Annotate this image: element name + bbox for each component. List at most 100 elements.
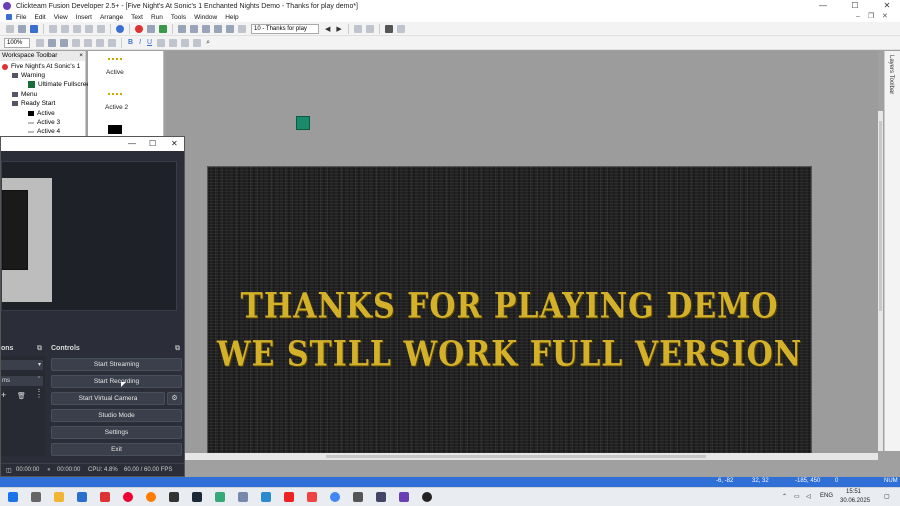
windows-start-icon[interactable]	[8, 492, 18, 502]
bold-button[interactable]: B	[128, 39, 133, 46]
active-object-sprite[interactable]	[296, 116, 310, 130]
obs-minimize-button[interactable]: —	[128, 137, 136, 151]
tray-chevron-icon[interactable]: ⌃	[782, 493, 787, 500]
tree-item-application[interactable]: Five Night's At Sonic's 1	[2, 63, 80, 70]
copy-icon[interactable]	[61, 24, 69, 33]
exit-button[interactable]: Exit	[51, 443, 182, 456]
workspace-close-icon[interactable]: ×	[79, 51, 85, 61]
tree-item-frame[interactable]: Warning	[12, 72, 45, 79]
minimize-button[interactable]: —	[812, 0, 834, 12]
undo-icon[interactable]	[85, 24, 93, 33]
dock-spin-field[interactable]: ms ⌃ ⌄	[1, 376, 43, 392]
dock-popout-icon[interactable]: ⧉	[175, 343, 180, 355]
frame-select-dropdown[interactable]: 10 - Thanks for play	[251, 23, 319, 34]
object-label[interactable]: Active	[106, 69, 124, 76]
clock-time[interactable]: 15:51	[846, 489, 861, 495]
yandex-browser-icon[interactable]	[123, 492, 133, 502]
settings-button[interactable]: Settings	[51, 426, 182, 439]
grid-icon[interactable]	[365, 24, 374, 33]
frame-editor-icon[interactable]	[190, 24, 198, 33]
group-icon[interactable]	[108, 38, 116, 47]
calculator-icon[interactable]	[77, 492, 87, 502]
object-thumbnail[interactable]	[108, 93, 122, 95]
layout-icon[interactable]	[396, 24, 405, 33]
frame-options-icon[interactable]	[353, 24, 362, 33]
tree-item-object[interactable]: Active	[28, 110, 55, 117]
office-icon[interactable]	[307, 492, 317, 502]
help-icon[interactable]	[116, 24, 124, 33]
align-icon[interactable]	[60, 38, 68, 47]
italic-button[interactable]: I	[139, 39, 141, 46]
obs-close-button[interactable]: ✕	[171, 137, 178, 151]
start-virtual-camera-button[interactable]: Start Virtual Camera	[51, 392, 165, 405]
align-right-icon[interactable]	[181, 38, 190, 47]
new-icon[interactable]	[6, 24, 14, 33]
clickteam-fusion-icon[interactable]	[399, 492, 409, 502]
obs-preview[interactable]	[1, 161, 177, 311]
object-thumbnail[interactable]	[108, 58, 122, 60]
scroll-thumb[interactable]	[879, 121, 882, 311]
start-recording-button[interactable]: Start Recording	[51, 375, 182, 388]
run-project-icon[interactable]	[159, 24, 167, 33]
data-elements-icon[interactable]	[226, 24, 234, 33]
menu-insert[interactable]: Insert	[76, 14, 92, 21]
object-thumbnail[interactable]	[108, 125, 122, 134]
stop-icon[interactable]	[384, 24, 393, 33]
tree-item-object[interactable]: Active 3	[28, 119, 60, 126]
tree-item-frame[interactable]: Ready Start	[12, 100, 55, 107]
file-explorer-icon[interactable]	[54, 492, 64, 502]
menu-app-icon[interactable]	[6, 14, 12, 20]
menu-window[interactable]: Window	[194, 14, 217, 21]
menu-arrange[interactable]: Arrange	[100, 14, 123, 21]
tree-item-object[interactable]: Active 4	[28, 128, 60, 135]
more-options-icon[interactable]: ⋮	[35, 390, 43, 399]
text-options-icon[interactable]	[193, 38, 202, 47]
start-streaming-button[interactable]: Start Streaming	[51, 358, 182, 371]
run-frame-icon[interactable]	[147, 24, 155, 33]
firefox-icon[interactable]	[146, 492, 156, 502]
maximize-button[interactable]: ☐	[844, 0, 866, 12]
object-label[interactable]: Active 2	[105, 104, 128, 111]
volume-icon[interactable]: ◁	[806, 493, 811, 500]
paste-icon[interactable]	[73, 24, 81, 33]
game-frame[interactable]: THANKS FOR PLAYING DEMO WE STILL WORK FU…	[207, 166, 812, 454]
chrome-icon[interactable]	[330, 492, 340, 502]
notifications-icon[interactable]: ▢	[884, 493, 890, 500]
grid-setup-icon[interactable]	[84, 38, 92, 47]
menu-text[interactable]: Text	[131, 14, 143, 21]
app-icon[interactable]	[215, 492, 225, 502]
storyboard-icon[interactable]	[178, 24, 186, 33]
horizontal-scrollbar[interactable]	[166, 453, 878, 460]
thanks-text-line-2[interactable]: WE STILL WORK FULL VERSION	[208, 334, 811, 374]
order-icon[interactable]	[96, 38, 104, 47]
vertical-scrollbar[interactable]	[878, 111, 883, 451]
tree-item-object[interactable]: Ultimate Fullscree	[28, 81, 90, 88]
close-button[interactable]: ✕	[876, 0, 898, 12]
studio-mode-button[interactable]: Studio Mode	[51, 409, 182, 422]
frame-properties-icon[interactable]	[238, 24, 246, 33]
dock-popout-icon[interactable]: ⧉	[37, 343, 42, 355]
network-icon[interactable]: ▭	[794, 493, 800, 500]
pointer-icon[interactable]	[36, 38, 44, 47]
menu-view[interactable]: View	[54, 14, 68, 21]
save-icon[interactable]	[30, 24, 38, 33]
underline-button[interactable]: U	[147, 39, 152, 46]
align-left-icon[interactable]	[157, 38, 166, 47]
tree-item-frame[interactable]: Menu	[12, 91, 37, 98]
trash-icon[interactable]: 🗑	[17, 392, 26, 400]
zoom-dropdown[interactable]: 100%	[4, 37, 30, 48]
steam-icon[interactable]	[192, 492, 202, 502]
dock-dropdown[interactable]: ▾	[1, 360, 43, 370]
run-application-icon[interactable]	[135, 24, 143, 33]
app-icon[interactable]	[261, 492, 271, 502]
store-icon[interactable]	[100, 492, 110, 502]
menu-tools[interactable]: Tools	[171, 14, 186, 21]
gear-icon[interactable]: ⚙	[167, 392, 182, 405]
clock-date[interactable]: 30.06.2025	[840, 498, 870, 504]
task-view-icon[interactable]	[31, 492, 41, 502]
event-list-icon[interactable]	[214, 24, 222, 33]
obs-studio-icon[interactable]	[422, 492, 432, 502]
prev-frame-icon[interactable]: ◀	[325, 25, 330, 33]
language-indicator[interactable]: ENG	[820, 493, 833, 499]
align-center-icon[interactable]	[169, 38, 178, 47]
